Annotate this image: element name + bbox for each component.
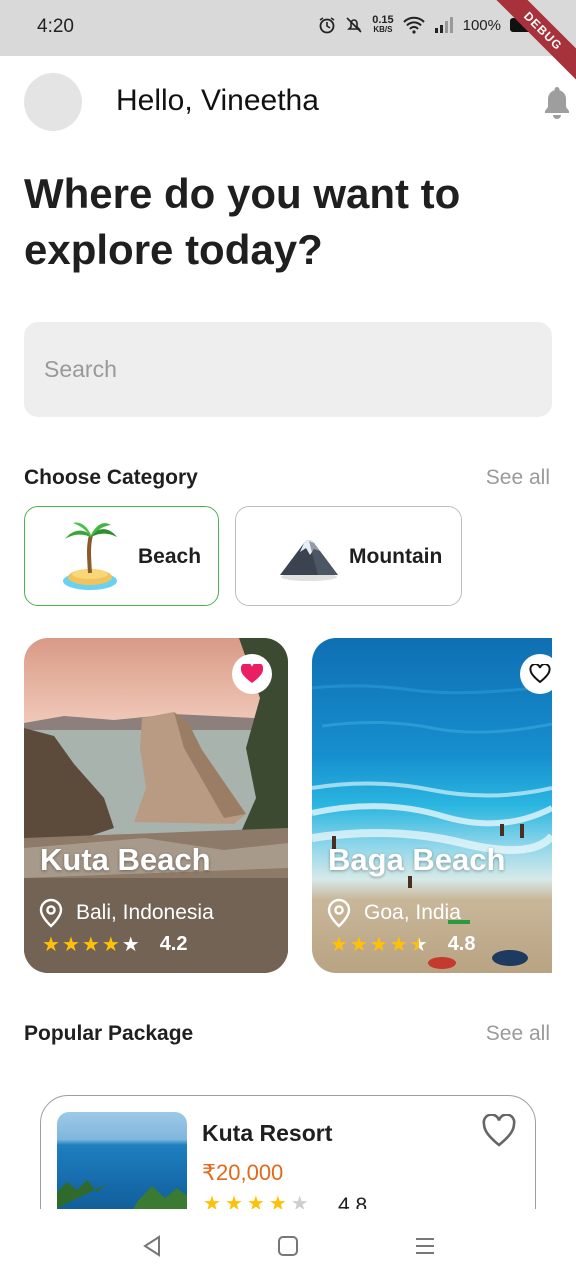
mute-icon [346,17,362,33]
star-half-icon: ★ [409,933,428,956]
star-icon: ★ [330,933,348,956]
avatar[interactable] [24,73,82,131]
category-section-title: Choose Category [24,466,198,489]
menu-nav-icon[interactable] [410,1231,440,1261]
star-icon: ★ [389,933,408,956]
battery-percent: 100% [462,16,501,34]
palm-island-icon [63,522,117,590]
destination-card-kuta-beach[interactable]: Kuta Beach Bali, Indonesia ★ ★ ★ ★ ★ 4.2 [24,638,288,973]
popular-see-all-link[interactable]: See all [486,1022,550,1046]
mountain-icon [280,540,338,581]
notification-bell-icon[interactable] [540,84,574,120]
rating-value: 4.8 [447,933,476,955]
greeting: Hello, Vineetha [116,84,319,117]
net-speed-value: 0.15 [372,14,394,26]
popular-section-title: Popular Package [24,1022,194,1045]
favorite-button[interactable] [520,654,552,694]
home-nav-icon[interactable] [273,1231,303,1261]
star-icon: ★ [81,933,100,956]
page-title: Where do you want to explore today? [24,170,461,273]
destination-name: Kuta Beach [40,842,211,877]
destination-card-baga-beach[interactable]: Baga Beach Goa, India ★ ★ ★ ★ ★ 4.8 [312,638,552,973]
package-price: ₹20,000 [202,1160,284,1185]
category-label: Mountain [349,545,443,568]
signal-icon [434,17,453,33]
heart-outline-icon [529,664,551,684]
location-pin-icon [327,898,351,928]
category-see-all-link[interactable]: See all [486,466,550,490]
destination-rating: ★ ★ ★ ★ ★ 4.8 [330,933,476,956]
status-time: 4:20 [37,16,74,37]
category-mountain[interactable]: Mountain [235,506,462,606]
package-photo [57,1112,187,1222]
star-icon: ★ [349,933,368,956]
location-pin-icon [39,898,63,928]
alarm-icon [319,17,335,34]
net-speed: 0.15 KB/S [372,14,394,35]
package-title: Kuta Resort [202,1120,333,1146]
destination-location: Bali, Indonesia [38,898,214,928]
system-nav-bar [0,1209,576,1280]
destination-location-text: Bali, Indonesia [76,901,214,924]
star-icon: ★ [101,933,120,956]
wifi-icon [402,16,425,34]
status-bar: 4:20 0.15 KB/S 100% DEBUG [0,0,576,85]
star-icon: ★ [42,933,60,956]
debug-banner: DEBUG [489,0,576,85]
destination-location-text: Goa, India [364,901,461,924]
star-icon: ★ [369,933,388,956]
net-speed-unit: KB/S [373,25,393,34]
status-icons: 0.15 KB/S 100% [318,14,541,35]
rating-value: 4.2 [159,933,188,955]
star-icon: ★ [61,933,80,956]
back-nav-icon[interactable] [137,1231,167,1261]
destination-rating: ★ ★ ★ ★ ★ 4.2 [42,933,188,956]
favorite-heart-icon[interactable] [481,1114,517,1148]
category-label: Beach [138,545,202,568]
category-beach[interactable]: Beach [24,506,219,606]
search-input[interactable] [24,322,552,417]
destination-location: Goa, India [326,898,461,928]
destination-name: Baga Beach [328,842,506,877]
heart-filled-icon [241,664,263,683]
favorite-button[interactable] [232,654,272,694]
star-icon: ★ [121,933,140,956]
